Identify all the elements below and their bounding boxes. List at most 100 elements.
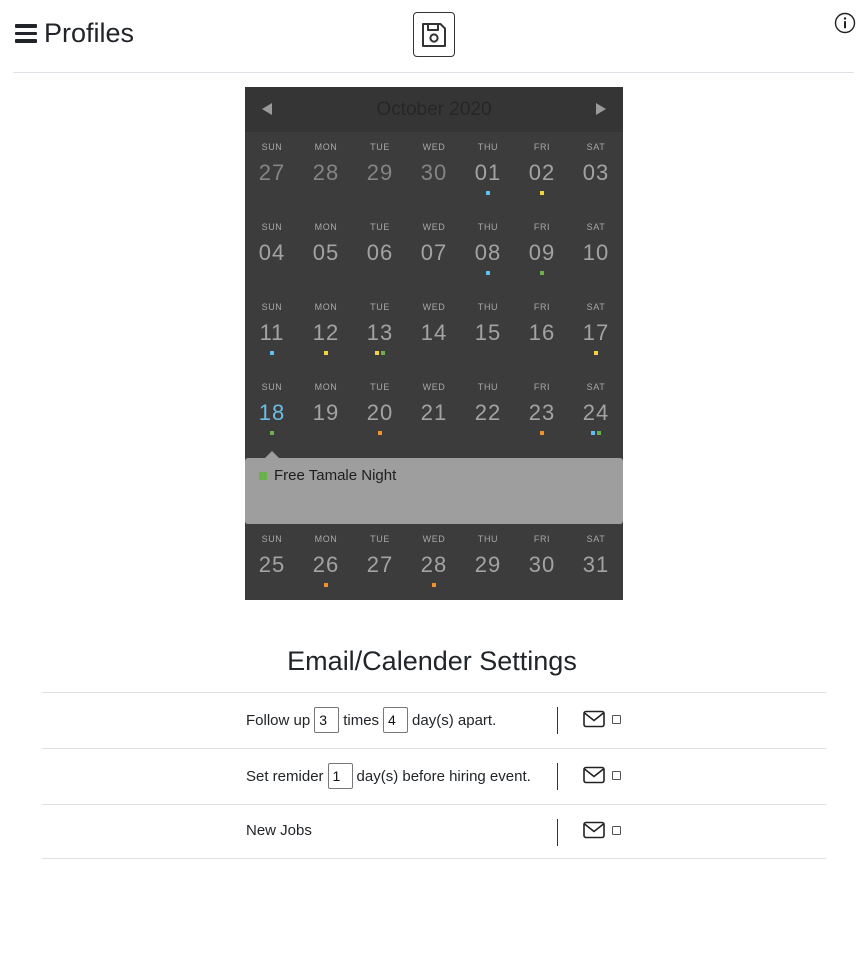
- follow-up-times-input[interactable]: [314, 707, 340, 733]
- row-separator: [557, 763, 558, 790]
- envelope-icon[interactable]: [583, 821, 605, 839]
- calendar-day[interactable]: WED 21: [407, 372, 461, 452]
- calendar-day[interactable]: THU 29: [461, 524, 515, 604]
- calendar-day[interactable]: WED 07: [407, 212, 461, 292]
- reminder-prefix: Set remider: [246, 767, 324, 785]
- calendar-day[interactable]: TUE 06: [353, 212, 407, 292]
- calendar-day[interactable]: SUN 25: [245, 524, 299, 604]
- calendar-day[interactable]: MON 12: [299, 292, 353, 372]
- day-number: 08: [474, 240, 502, 265]
- event-markers: [353, 271, 407, 276]
- day-of-week-label: SAT: [586, 142, 606, 152]
- event-marker-orange: [324, 583, 328, 587]
- day-number: 03: [582, 160, 610, 185]
- calendar-day[interactable]: SUN 27: [245, 132, 299, 212]
- hamburger-menu-icon[interactable]: [15, 24, 37, 43]
- new-jobs-email-checkbox[interactable]: [612, 826, 621, 835]
- day-of-week-label: SUN: [261, 222, 283, 232]
- day-number: 30: [528, 552, 556, 577]
- event-markers: [569, 431, 623, 436]
- calendar-day[interactable]: FRI 23: [515, 372, 569, 452]
- calendar-day[interactable]: SAT 31: [569, 524, 623, 604]
- day-of-week-label: SUN: [261, 382, 283, 392]
- follow-up-times-label: times: [343, 711, 380, 729]
- info-circle-icon[interactable]: [834, 12, 856, 34]
- calendar-day[interactable]: MON 26: [299, 524, 353, 604]
- calendar-day[interactable]: WED 28: [407, 524, 461, 604]
- day-number: 25: [258, 552, 286, 577]
- day-number: 14: [420, 320, 448, 345]
- day-number: 27: [366, 552, 394, 577]
- day-of-week-label: WED: [422, 222, 446, 232]
- day-of-week-label: FRI: [533, 382, 551, 392]
- calendar-day[interactable]: SAT 17: [569, 292, 623, 372]
- calendar-day[interactable]: MON 28: [299, 132, 353, 212]
- calendar-day[interactable]: MON 05: [299, 212, 353, 292]
- day-of-week-label: TUE: [370, 222, 390, 232]
- day-of-week-label: TUE: [370, 382, 390, 392]
- calendar-day[interactable]: THU 22: [461, 372, 515, 452]
- event-item[interactable]: Free Tamale Night: [259, 467, 396, 485]
- day-number: 23: [528, 400, 556, 425]
- calendar-day[interactable]: WED 14: [407, 292, 461, 372]
- calendar-day[interactable]: THU 08: [461, 212, 515, 292]
- calendar-day[interactable]: TUE 29: [353, 132, 407, 212]
- follow-up-days-input[interactable]: [383, 707, 409, 733]
- calendar-day[interactable]: TUE 13: [353, 292, 407, 372]
- event-marker-yellow: [375, 351, 379, 355]
- event-markers: [515, 271, 569, 276]
- event-markers: [245, 431, 299, 436]
- event-marker-blue: [486, 271, 490, 275]
- calendar-day[interactable]: THU 01: [461, 132, 515, 212]
- reminder-email-checkbox[interactable]: [612, 771, 621, 780]
- calendar-day[interactable]: SUN 11: [245, 292, 299, 372]
- calendar-day[interactable]: TUE 20: [353, 372, 407, 452]
- event-calendar: October 2020 SUN 27 MON 28 TUE 29 WED 30 THU 01 FR…: [245, 87, 623, 600]
- calendar-day[interactable]: THU 15: [461, 292, 515, 372]
- calendar-day[interactable]: TUE 27: [353, 524, 407, 604]
- follow-up-email-checkbox[interactable]: [612, 715, 621, 724]
- day-of-week-label: MON: [314, 382, 338, 392]
- event-marker-green: [270, 431, 274, 435]
- day-number: 12: [312, 320, 340, 345]
- day-of-week-label: SUN: [261, 142, 283, 152]
- day-of-week-label: THU: [477, 302, 499, 312]
- envelope-icon[interactable]: [583, 710, 605, 728]
- calendar-day[interactable]: SUN 04: [245, 212, 299, 292]
- follow-up-suffix: day(s) apart.: [412, 711, 497, 729]
- calendar-day-today[interactable]: SUN 18: [245, 372, 299, 452]
- calendar-day[interactable]: FRI 16: [515, 292, 569, 372]
- calendar-day[interactable]: FRI 30: [515, 524, 569, 604]
- header-divider: [13, 72, 854, 73]
- calendar-day[interactable]: WED 30: [407, 132, 461, 212]
- save-button[interactable]: [413, 12, 455, 57]
- day-of-week-label: FRI: [533, 222, 551, 232]
- event-marker-blue: [270, 351, 274, 355]
- calendar-day[interactable]: SAT 10: [569, 212, 623, 292]
- calendar-day[interactable]: MON 19: [299, 372, 353, 452]
- next-month-icon[interactable]: [596, 103, 606, 115]
- follow-up-setting: Follow up times day(s) apart.: [246, 707, 496, 733]
- day-number: 01: [474, 160, 502, 185]
- event-markers: [461, 191, 515, 196]
- day-number: 20: [366, 400, 394, 425]
- event-marker-blue: [486, 191, 490, 195]
- event-markers: [515, 191, 569, 196]
- calendar-day[interactable]: SAT 03: [569, 132, 623, 212]
- event-markers: [299, 583, 353, 588]
- event-markers: [569, 583, 623, 588]
- calendar-day[interactable]: SAT 24: [569, 372, 623, 452]
- calendar-day[interactable]: FRI 09: [515, 212, 569, 292]
- event-marker-yellow: [594, 351, 598, 355]
- settings-row-new-jobs: New Jobs: [42, 805, 826, 860]
- day-of-week-label: MON: [314, 142, 338, 152]
- day-of-week-label: WED: [422, 534, 446, 544]
- day-number: 21: [420, 400, 448, 425]
- calendar-day[interactable]: FRI 02: [515, 132, 569, 212]
- day-number: 27: [258, 160, 286, 185]
- event-markers: [461, 583, 515, 588]
- day-of-week-label: MON: [314, 534, 338, 544]
- day-number: 28: [420, 552, 448, 577]
- envelope-icon[interactable]: [583, 766, 605, 784]
- reminder-days-input[interactable]: [327, 763, 353, 789]
